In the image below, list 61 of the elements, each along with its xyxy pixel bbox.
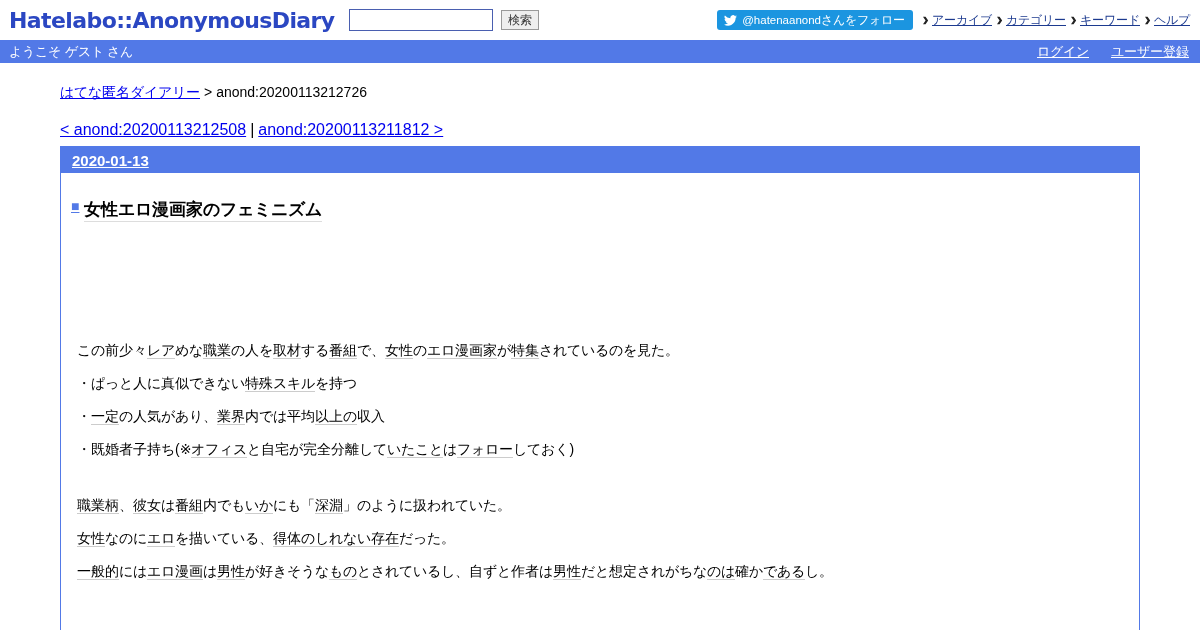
keyword-link[interactable]: いたこと	[387, 441, 444, 458]
nav-link[interactable]: ヘルプ	[1154, 11, 1190, 29]
keyword-link[interactable]: 深淵	[315, 497, 343, 514]
keyword-link[interactable]: 番組	[329, 342, 357, 359]
arrow-icon	[997, 15, 1003, 25]
keyword-link[interactable]: 男性	[553, 563, 581, 580]
keyword-link[interactable]: オフィス	[191, 441, 248, 458]
user-link[interactable]: ログイン	[1037, 42, 1089, 61]
keyword-link[interactable]: 業界	[217, 408, 245, 425]
keyword-link[interactable]: 女性	[385, 342, 413, 359]
keyword-link[interactable]: 職業柄	[77, 497, 119, 514]
keyword-link[interactable]: 得体のしれない	[273, 530, 371, 547]
breadcrumb-current: anond:20200113212726	[216, 84, 367, 102]
welcome-text: ようこそ ゲスト さん	[9, 42, 134, 61]
bird-icon	[724, 14, 738, 26]
paragraph: ・既婚者子持ち(※オフィス と自宅が完全分離して いたこと はフォロー しておく)	[77, 440, 576, 459]
search-button[interactable]: 検索	[500, 10, 539, 30]
previous-link[interactable]: < anond:20200113212508	[60, 121, 247, 139]
nav-link[interactable]: キーワード	[1080, 11, 1140, 29]
arrow-icon	[1145, 15, 1151, 25]
keyword-link[interactable]: もの	[329, 563, 357, 580]
paragraph: 職業柄、彼女は番組内でも いかにも「深淵」のように扱われていた。	[77, 496, 512, 515]
search-field[interactable]	[348, 9, 493, 31]
permalink-mark[interactable]: ■	[71, 198, 80, 222]
site-logo[interactable]: Hatelabo::AnonymousDiary	[9, 7, 335, 33]
date-link[interactable]: 2020-01-13	[72, 151, 149, 169]
keyword-link[interactable]: 特集	[511, 342, 539, 359]
nav-link[interactable]: アーカイブ	[932, 11, 992, 29]
keyword-link[interactable]: レア	[147, 342, 175, 359]
paragraph: ・一定の人気があり、業界内では平均以上の収入	[77, 407, 386, 426]
keyword-link[interactable]: 番組	[175, 497, 203, 514]
keyword-link[interactable]: 彼女	[133, 497, 161, 514]
keyword-link[interactable]: 取材	[273, 342, 301, 359]
next-link[interactable]: anond:20200113211812 >	[258, 121, 444, 139]
keyword-link[interactable]: 女性	[77, 530, 105, 547]
keyword-link[interactable]: 一定	[91, 408, 119, 425]
arrow-icon	[923, 15, 929, 25]
entry-title: 女性エロ漫画家のフェミニズム	[84, 198, 323, 222]
keyword-link[interactable]: 職業	[203, 342, 231, 359]
keyword-link[interactable]: 以上の	[315, 408, 357, 425]
keyword-link[interactable]: いか	[245, 497, 273, 514]
keyword-link[interactable]: エロ	[147, 530, 175, 547]
keyword-link[interactable]: である	[763, 563, 805, 580]
keyword-link[interactable]: 男性	[217, 563, 245, 580]
paragraph: 女性なのにエロ を描いている、得体のしれない存在だった。	[77, 529, 456, 548]
keyword-link[interactable]: 特殊スキル	[245, 375, 315, 392]
nav-link[interactable]: カテゴリー	[1006, 11, 1066, 29]
breadcrumb-separator: >	[204, 84, 213, 102]
keyword-link[interactable]: 存在	[371, 530, 399, 547]
breadcrumb-link[interactable]: はてな匿名ダイアリー	[60, 84, 200, 102]
user-link[interactable]: ユーザー登録	[1111, 42, 1189, 61]
paragraph: 一般的にはエロ漫画は男性が好きそうな ものとされているし、自ずと作者は男性だと想定されがちなのは確かである し。	[77, 562, 834, 581]
keyword-link[interactable]: エロ漫画	[147, 563, 203, 580]
arrow-icon	[1071, 15, 1077, 25]
paragraph: ・ぱっと人に真似できない特殊スキルを持つ	[77, 374, 358, 393]
keyword-link[interactable]: エロ漫画家	[427, 342, 497, 359]
paragraph: この前少々 レアめな職業の人を取材する番組で、女性のエロ漫画家が特集されているのを見た。	[77, 341, 680, 360]
keyword-link[interactable]: 一般的	[77, 563, 119, 580]
pager-separator: |	[250, 121, 255, 139]
keyword-link[interactable]: のは	[707, 563, 735, 580]
keyword-link[interactable]: フォロー	[457, 441, 514, 458]
